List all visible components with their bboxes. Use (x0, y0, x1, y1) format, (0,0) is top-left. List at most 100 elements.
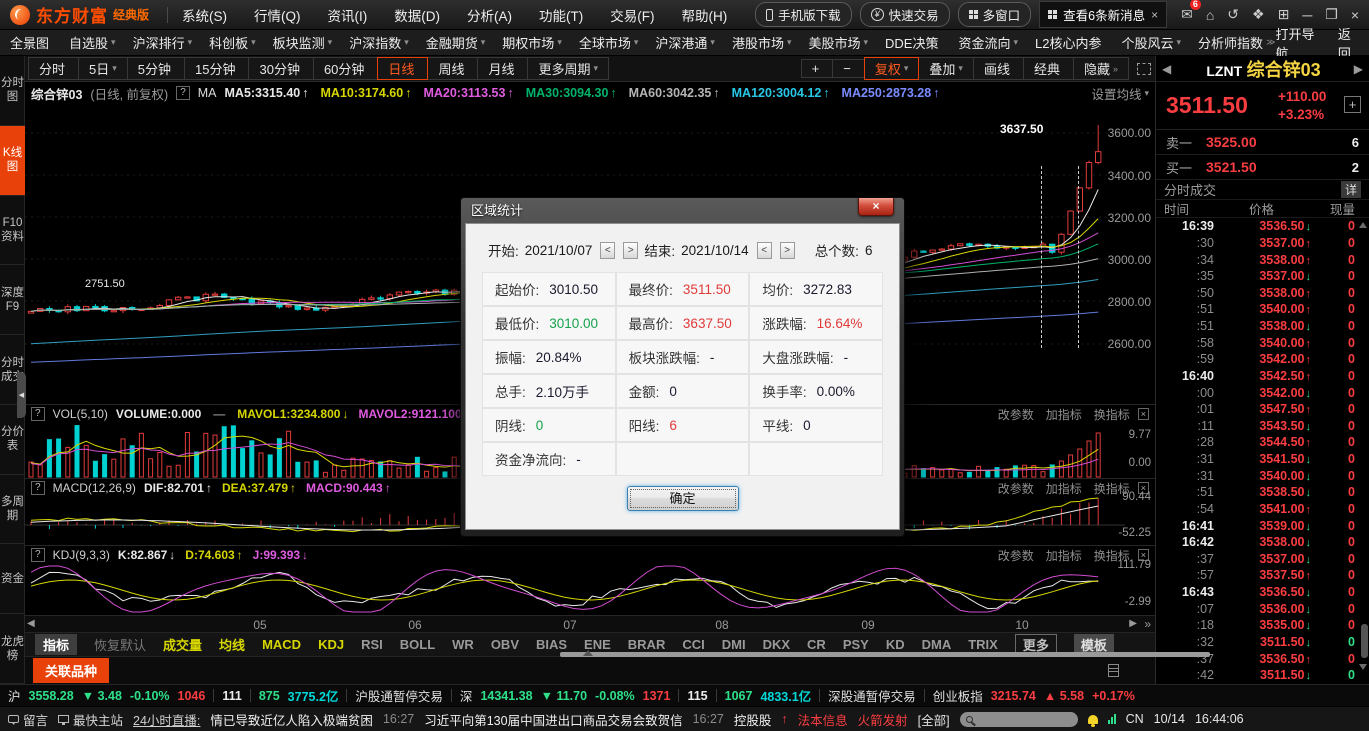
indicator-tab[interactable]: KD (886, 637, 905, 652)
trade-row[interactable]: :32 3511.50↓ 0 (1156, 634, 1369, 651)
trade-row[interactable]: :30 3537.00↑ 0 (1156, 235, 1369, 252)
trade-list[interactable]: 16:39 3536.50↓ 0 :30 3537.00↑ 0 :34 3538… (1156, 218, 1369, 684)
trade-row[interactable]: :31 3541.50↓ 0 (1156, 451, 1369, 468)
end-prev-button[interactable]: < (757, 242, 772, 259)
help-icon[interactable]: ? (31, 548, 45, 562)
undo-icon[interactable]: ↺ (1227, 6, 1239, 23)
indicator-tab[interactable]: WR (452, 637, 474, 652)
trade-row[interactable]: 16:41 3539.00↓ 0 (1156, 517, 1369, 534)
indicator-tab[interactable]: 均线 (219, 635, 245, 654)
indicator-tab[interactable]: RSI (361, 637, 383, 652)
feedback-button[interactable]: 留言 (8, 710, 48, 729)
prev-symbol-icon[interactable]: ◀ (1162, 62, 1171, 76)
trade-row[interactable]: :51 3538.50↓ 0 (1156, 484, 1369, 501)
trade-row[interactable]: :51 3540.00↑ 0 (1156, 301, 1369, 318)
nav-item[interactable]: 港股市场 ▾ (732, 33, 792, 52)
indicator-tab[interactable]: MACD (262, 637, 301, 652)
chart-tool-button[interactable]: 隐藏 » (1073, 57, 1129, 80)
trade-row[interactable]: 16:42 3538.00↓ 0 (1156, 534, 1369, 551)
all-news-button[interactable]: [全部] (918, 710, 950, 729)
pane-tool-button[interactable]: 改参数 (998, 480, 1034, 497)
sidebar-item[interactable]: 分时图 (0, 56, 25, 126)
add-to-watchlist-button[interactable]: + (1344, 96, 1361, 113)
trade-row[interactable]: :59 3542.00↑ 0 (1156, 351, 1369, 368)
sh-label[interactable]: 沪 (8, 686, 21, 705)
trade-row[interactable]: :58 3540.00↑ 0 (1156, 334, 1369, 351)
nav-item[interactable]: 美股市场 ▾ (808, 33, 868, 52)
trade-row[interactable]: :18 3535.00↓ 0 (1156, 617, 1369, 634)
nav-item[interactable]: 板块监测 ▾ (273, 33, 333, 52)
hot-stock-link[interactable]: 法本信息 (798, 710, 848, 729)
trade-row[interactable]: :57 3537.50↑ 0 (1156, 567, 1369, 584)
nav-item[interactable]: 期权市场 ▾ (502, 33, 562, 52)
period-tab[interactable]: 30分钟 (248, 57, 313, 80)
sidebar-item[interactable]: F10资料 (0, 196, 25, 266)
trade-row[interactable]: 16:43 3536.50↓ 0 (1156, 584, 1369, 601)
dialog-close-button[interactable]: × (858, 198, 894, 216)
related-symbols-tab[interactable]: 关联品种 (33, 658, 109, 683)
pane-tool-button[interactable]: 换指标 (1094, 406, 1130, 423)
period-tab[interactable]: 日线 (377, 57, 428, 80)
trade-row[interactable]: :01 3547.50↑ 0 (1156, 401, 1369, 418)
mail-icon[interactable]: ✉6 (1181, 6, 1193, 23)
pane-tool-button[interactable]: 改参数 (998, 406, 1034, 423)
help-icon[interactable]: ? (31, 407, 45, 421)
trade-row[interactable]: :07 3536.00↓ 0 (1156, 600, 1369, 617)
menu-item[interactable]: 数据(D) (394, 5, 440, 25)
sz-label[interactable]: 深 (460, 686, 473, 705)
period-tab[interactable]: 分时 (28, 57, 79, 80)
pane-tool-button[interactable]: 改参数 (998, 547, 1034, 564)
chinext-label[interactable]: 创业板指 (933, 686, 983, 705)
live-24h-link[interactable]: 24小时直播: (133, 710, 200, 729)
indicator-tab[interactable]: PSY (843, 637, 869, 652)
pane-tool-button[interactable]: 加指标 (1046, 480, 1082, 497)
new-messages-toast[interactable]: 查看6条新消息 × (1039, 1, 1167, 28)
indicator-tab[interactable]: BOLL (400, 637, 435, 652)
ma-settings-button[interactable]: 设置均线▾ (1091, 84, 1149, 103)
sidebar-item[interactable]: 资金 (0, 544, 25, 614)
menu-item[interactable]: 分析(A) (467, 5, 512, 25)
trade-row[interactable]: 16:40 3542.50↑ 0 (1156, 368, 1369, 385)
menu-item[interactable]: 资讯(I) (328, 5, 368, 25)
indicator-tab[interactable]: 成交量 (163, 635, 202, 654)
trade-row[interactable]: :34 3538.00↑ 0 (1156, 251, 1369, 268)
nav-item[interactable]: 资金流向 ▾ (958, 33, 1018, 52)
period-tab[interactable]: 更多周期 ▾ (527, 57, 609, 80)
chart-tool-button[interactable]: + (801, 59, 834, 78)
sidebar-item[interactable]: 多周期 (0, 475, 25, 545)
detail-button[interactable]: 详 (1341, 181, 1361, 198)
scrollbar-thumb[interactable] (1361, 624, 1368, 658)
nav-item[interactable]: 沪深港通 ▾ (655, 33, 715, 52)
indicator-tab[interactable]: DMI (722, 637, 746, 652)
nav-item[interactable]: 沪深排行 ▾ (133, 33, 193, 52)
trade-row[interactable]: :11 3543.50↓ 0 (1156, 418, 1369, 435)
trade-row[interactable]: 16:39 3536.50↓ 0 (1156, 218, 1369, 235)
nav-item[interactable]: 金融期货 ▾ (426, 33, 486, 52)
trade-row[interactable]: :51 3538.00↓ 0 (1156, 318, 1369, 335)
pane-tool-button[interactable]: 加指标 (1046, 406, 1082, 423)
sidebar-item[interactable]: 龙虎榜 (0, 614, 25, 684)
chart-tool-button[interactable]: 画线 (973, 57, 1024, 80)
period-tab[interactable]: 60分钟 (313, 57, 378, 80)
news-item[interactable]: 习近平向第130届中国进出口商品交易会致贺信 (424, 710, 682, 729)
menu-item[interactable]: 功能(T) (539, 5, 583, 25)
news-item[interactable]: 情已导致近亿人陷入极端贫困 (210, 710, 373, 729)
scroll-end-icon[interactable]: » (1144, 617, 1151, 631)
chart-tool-button[interactable]: 叠加 ▾ (918, 57, 974, 80)
nav-item[interactable]: 沪深指数 ▾ (349, 33, 409, 52)
multi-window-button[interactable]: 多窗口 (958, 2, 1032, 27)
trade-row[interactable]: :28 3544.50↑ 0 (1156, 434, 1369, 451)
sidebar-collapse-handle[interactable]: ◀ (17, 372, 26, 418)
indicator-tab[interactable]: TRIX (968, 637, 998, 652)
scroll-up-icon[interactable] (1359, 222, 1367, 228)
close-button[interactable]: × (1351, 7, 1359, 23)
nav-item[interactable]: 个股风云 ▾ (1122, 33, 1182, 52)
trade-row[interactable]: :37 3537.00↓ 0 (1156, 551, 1369, 568)
nav-item[interactable]: 科创板 ▾ (209, 33, 256, 52)
end-next-button[interactable]: > (780, 242, 795, 259)
start-prev-button[interactable]: < (600, 242, 615, 259)
menu-item[interactable]: 帮助(H) (682, 5, 728, 25)
sidebar-item[interactable]: 深度F9 (0, 265, 25, 335)
dismiss-message-icon[interactable]: × (1151, 8, 1158, 22)
scroll-left-icon[interactable]: ◀ (27, 618, 35, 629)
